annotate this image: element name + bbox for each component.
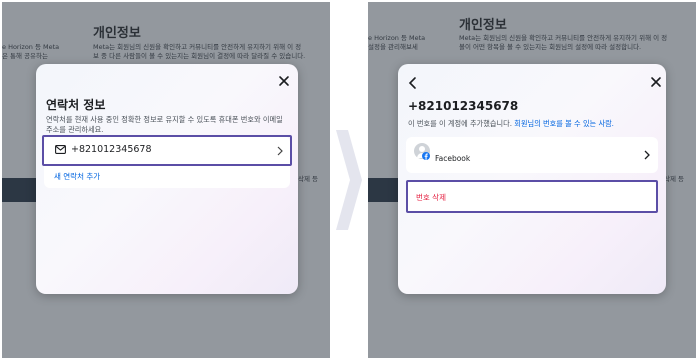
left-screenshot: 개인정보 e Horizon 등 Meta 은 통해 공유하는 Meta는 회원… xyxy=(2,2,330,358)
close-icon[interactable] xyxy=(277,74,291,88)
arrow-right-icon xyxy=(336,130,362,230)
add-contact-link[interactable]: 새 연락처 추가 xyxy=(54,171,100,182)
phone-detail-dialog: +821012345678 이 번호를 이 계정에 추가했습니다. 회원님의 번… xyxy=(398,64,666,294)
phone-number-title: +821012345678 xyxy=(408,99,519,113)
back-chevron-icon[interactable] xyxy=(407,76,419,90)
highlight-box xyxy=(42,135,292,166)
facebook-icon xyxy=(422,152,430,160)
highlight-box xyxy=(406,180,658,213)
contact-info-dialog: 연락처 정보 연락처를 현재 사용 중인 정확한 정보로 유지할 수 있도록 휴… xyxy=(36,64,298,294)
dialog-title: 연락처 정보 xyxy=(46,98,106,112)
right-screenshot: 개인정보 e Horizon 등 Meta 설정을 관리해보세 Meta는 회원… xyxy=(368,2,696,358)
close-icon[interactable] xyxy=(649,75,663,89)
visibility-link[interactable]: 회원님의 번호를 볼 수 있는 사람. xyxy=(514,119,614,128)
dialog-description: 연락처를 현재 사용 중인 정확한 정보로 유지할 수 있도록 휴대폰 번호와 … xyxy=(46,115,283,134)
chevron-right-icon xyxy=(644,150,650,160)
added-text: 이 번호를 이 계정에 추가했습니다. xyxy=(408,119,512,128)
account-row[interactable]: Facebook xyxy=(406,137,658,173)
added-description: 이 번호를 이 계정에 추가했습니다. 회원님의 번호를 볼 수 있는 사람. xyxy=(408,119,614,129)
account-label: Facebook xyxy=(435,154,471,163)
